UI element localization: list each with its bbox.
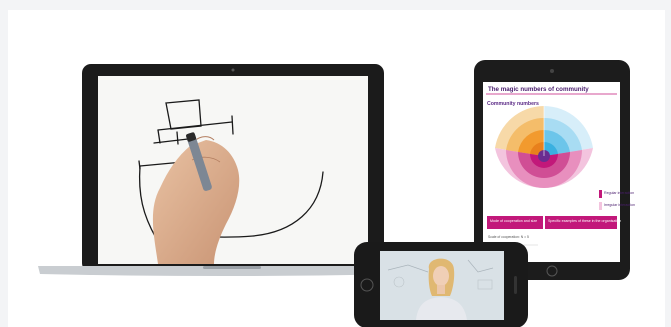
legend-regular-label: Regular interaction [604, 191, 634, 195]
promo-image: The magic numbers of community Community… [8, 10, 665, 327]
legend-irregular-swatch [599, 202, 602, 210]
tablet-subtitle: Community numbers [487, 101, 539, 107]
legend-irregular-label: Irregular interaction [604, 203, 635, 207]
table-col2-label: Specific examples of these in the organi… [548, 219, 621, 223]
laptop-camera [231, 68, 235, 72]
table-col1-label: Mode of cooperation and size [490, 219, 537, 223]
devices-illustration: The magic numbers of community Community… [38, 60, 635, 327]
presenter-video [380, 251, 504, 320]
table-footnote: Scale of cooperation: N ≈ 5 [488, 235, 529, 239]
smartphone [351, 242, 531, 327]
legend-regular-swatch [599, 190, 602, 198]
tablet-title: The magic numbers of community [488, 86, 589, 93]
laptop [38, 64, 408, 276]
